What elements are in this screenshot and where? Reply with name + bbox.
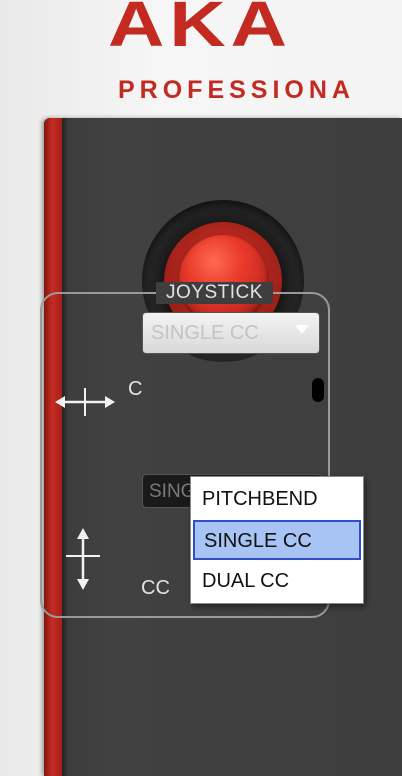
dropdown-option-dual-cc[interactable]: DUAL CC [193,562,361,602]
horizontal-axis-icon [55,388,115,416]
x-axis-cc-field[interactable] [312,378,324,402]
x-axis-cc-label: C [128,378,143,400]
logo-subtitle: PROFESSIONA [118,76,355,104]
dropdown-option-pitchbend[interactable]: PITCHBEND [193,480,361,520]
logo-wordmark: AKA [108,0,292,61]
x-axis-mode-select[interactable]: SINGLE CC [142,312,320,354]
vertical-axis-icon [66,528,100,590]
dropdown-option-single-cc[interactable]: SINGLE CC [193,520,361,560]
y-axis-cc-label: CC [141,577,170,599]
akai-logo: AKA PROFESSIONA [0,0,402,110]
mode-dropdown-list: PITCHBEND SINGLE CC DUAL CC [190,476,364,604]
chevron-down-icon [295,325,309,334]
joystick-group-title: JOYSTICK [156,282,273,304]
x-axis-mode-value: SINGLE CC [151,322,259,344]
